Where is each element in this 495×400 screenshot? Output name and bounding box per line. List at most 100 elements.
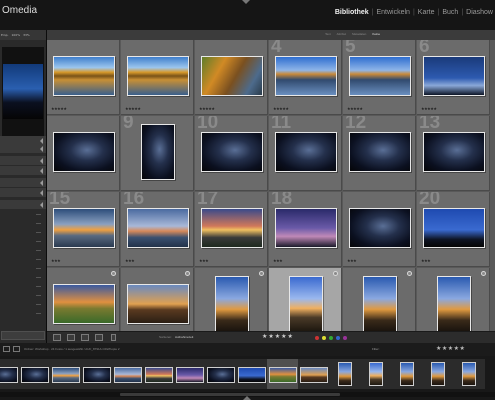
photo-thumbnail[interactable] bbox=[349, 132, 411, 172]
panel-section-header[interactable] bbox=[0, 188, 46, 197]
grid-cell[interactable] bbox=[47, 116, 120, 191]
section-toggle-icon[interactable] bbox=[40, 180, 43, 186]
rating-stars[interactable]: ★★★★★ bbox=[347, 107, 363, 111]
filmstrip-thumbnail[interactable] bbox=[269, 367, 297, 383]
filmstrip-thumbnail[interactable] bbox=[21, 367, 49, 383]
grid-cell[interactable]: 4 ★★★★★ bbox=[269, 40, 342, 115]
compare-view-icon[interactable] bbox=[81, 334, 89, 341]
photo-thumbnail[interactable] bbox=[53, 56, 115, 96]
quick-collection-badge-icon[interactable] bbox=[185, 271, 190, 276]
module-slideshow[interactable]: Diashow bbox=[464, 9, 495, 16]
filmstrip-cell[interactable] bbox=[267, 359, 299, 389]
navigator-zoom-fit[interactable]: Einp. bbox=[1, 33, 9, 37]
import-button[interactable] bbox=[1, 331, 45, 340]
section-toggle-icon[interactable] bbox=[40, 146, 43, 152]
photo-thumbnail[interactable] bbox=[201, 208, 263, 248]
module-library[interactable]: Bibliothek bbox=[333, 9, 371, 16]
filmstrip-cell[interactable] bbox=[453, 359, 485, 389]
filmstrip-thumbnail[interactable] bbox=[83, 367, 111, 383]
filter-attribute[interactable]: Attribut bbox=[337, 32, 347, 36]
photo-thumbnail[interactable] bbox=[423, 208, 485, 248]
photo-thumbnail[interactable] bbox=[275, 208, 337, 248]
rating-stars[interactable]: ★★★★★ bbox=[51, 107, 67, 111]
photo-thumbnail[interactable] bbox=[53, 284, 115, 324]
navigator-zoom-33[interactable]: 33% bbox=[23, 33, 30, 37]
rating-stars[interactable]: ★★★★★ bbox=[273, 107, 289, 111]
section-toggle-icon[interactable] bbox=[40, 158, 43, 164]
panel-section-header[interactable] bbox=[0, 200, 46, 209]
rating-stars[interactable]: ★★★★★ bbox=[125, 107, 141, 111]
filter-none[interactable]: Keine bbox=[372, 32, 380, 36]
grid-view-icon[interactable] bbox=[53, 334, 61, 341]
panel-section-header[interactable] bbox=[0, 144, 46, 153]
color-label-swatch[interactable] bbox=[336, 336, 340, 340]
sort-select[interactable]: Aufnahmezeit bbox=[175, 335, 193, 339]
filmstrip-thumbnail[interactable] bbox=[300, 367, 328, 383]
photo-thumbnail[interactable] bbox=[201, 56, 263, 96]
photo-thumbnail[interactable] bbox=[349, 56, 411, 96]
filter-metadata[interactable]: Metadaten bbox=[352, 32, 366, 36]
filmstrip-thumbnail[interactable] bbox=[114, 367, 142, 383]
grid-cell[interactable]: 5 ★★★★★ bbox=[343, 40, 416, 115]
quick-collection-badge-icon[interactable] bbox=[481, 271, 486, 276]
photo-thumbnail[interactable] bbox=[53, 132, 115, 172]
photo-thumbnail[interactable] bbox=[275, 132, 337, 172]
survey-view-icon[interactable] bbox=[95, 334, 103, 341]
panel-section-header[interactable] bbox=[0, 156, 46, 165]
grid-cell[interactable]: 20 ★★★ bbox=[417, 192, 490, 267]
photo-thumbnail[interactable] bbox=[127, 284, 189, 324]
navigator-preview[interactable] bbox=[2, 47, 44, 137]
filmstrip-cell[interactable] bbox=[298, 359, 330, 389]
filmstrip-cell[interactable] bbox=[205, 359, 237, 389]
module-develop[interactable]: Entwickeln bbox=[374, 9, 411, 16]
grid-cell[interactable]: 10 bbox=[195, 116, 268, 191]
grid-cell[interactable]: ★★★★★ bbox=[47, 40, 120, 115]
filmstrip-thumbnail[interactable] bbox=[431, 362, 445, 386]
filmstrip-thumbnail[interactable] bbox=[400, 362, 414, 386]
quick-collection-badge-icon[interactable] bbox=[407, 271, 412, 276]
photo-thumbnail[interactable] bbox=[275, 56, 337, 96]
loupe-view-icon[interactable] bbox=[67, 334, 75, 341]
grid-cell[interactable]: 6 ★★★★★ bbox=[417, 40, 490, 115]
filmstrip-thumbnail[interactable] bbox=[338, 362, 352, 386]
section-toggle-icon[interactable] bbox=[40, 168, 43, 174]
photo-thumbnail[interactable] bbox=[141, 124, 175, 180]
photo-thumbnail[interactable] bbox=[127, 56, 189, 96]
filmstrip-thumbnail[interactable] bbox=[207, 367, 235, 383]
section-toggle-icon[interactable] bbox=[40, 190, 43, 196]
filmstrip-cell[interactable] bbox=[422, 359, 454, 389]
filmstrip-cell[interactable] bbox=[391, 359, 423, 389]
color-label-swatch[interactable] bbox=[343, 336, 347, 340]
filmstrip-cell[interactable] bbox=[50, 359, 82, 389]
filmstrip-cell[interactable] bbox=[236, 359, 268, 389]
filmstrip-thumbnail[interactable] bbox=[238, 367, 266, 383]
rating-stars[interactable]: ★★★ bbox=[347, 259, 357, 263]
navigator-zoom-100[interactable]: 100% bbox=[12, 33, 21, 37]
grid-cell[interactable]: 9 bbox=[121, 116, 194, 191]
filmstrip-thumbnail[interactable] bbox=[0, 367, 18, 383]
painter-icon[interactable] bbox=[111, 334, 116, 341]
photo-thumbnail[interactable] bbox=[423, 132, 485, 172]
grid-cell[interactable]: 12 bbox=[343, 116, 416, 191]
filmstrip-source-path[interactable]: Ordner: Workshop · 24 Fotos / 1 ausgewäh… bbox=[24, 347, 120, 351]
section-toggle-icon[interactable] bbox=[40, 202, 43, 208]
grid-cell[interactable]: 11 bbox=[269, 116, 342, 191]
grid-cell[interactable]: 18 ★★★ bbox=[269, 192, 342, 267]
grid-cell[interactable]: 13 bbox=[417, 116, 490, 191]
filmstrip-nav-icon[interactable] bbox=[13, 346, 20, 352]
filmstrip-cell[interactable] bbox=[360, 359, 392, 389]
photo-thumbnail[interactable] bbox=[289, 276, 323, 332]
photo-thumbnail[interactable] bbox=[53, 208, 115, 248]
color-label-swatch[interactable] bbox=[322, 336, 326, 340]
photo-thumbnail[interactable] bbox=[437, 276, 471, 332]
filmstrip-thumbnail[interactable] bbox=[462, 362, 476, 386]
rating-stars[interactable]: ★★★★★ bbox=[199, 107, 215, 111]
grid-cell[interactable]: 17 ★★★ bbox=[195, 192, 268, 267]
grid-cell[interactable]: 15 ★★★ bbox=[47, 192, 120, 267]
filmstrip-thumbnail[interactable] bbox=[145, 367, 173, 383]
photo-thumbnail[interactable] bbox=[201, 132, 263, 172]
rating-stars[interactable]: ★★★★★ bbox=[421, 107, 437, 111]
filmstrip-cell[interactable] bbox=[329, 359, 361, 389]
panel-section-header[interactable] bbox=[0, 166, 46, 175]
filmstrip-cell[interactable] bbox=[81, 359, 113, 389]
